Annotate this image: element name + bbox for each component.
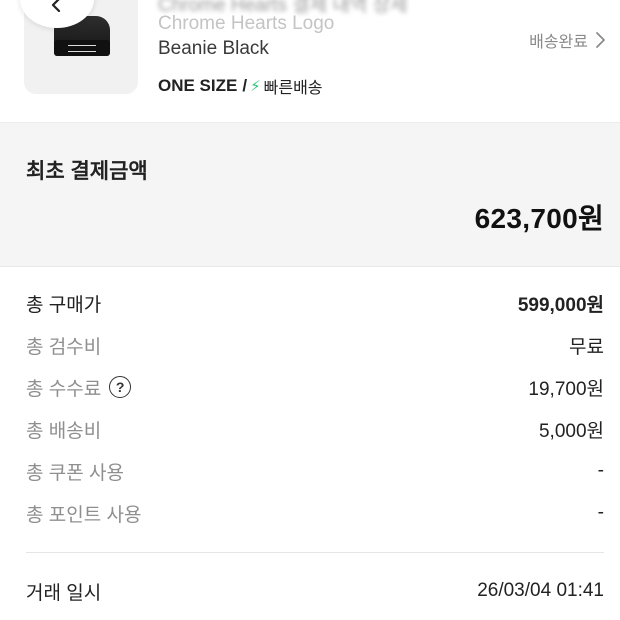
trade-time-label: 거래 일시: [26, 582, 102, 604]
detail-row-inspection-fee: 총 검수비 무료: [0, 324, 620, 366]
detail-value: 5,000원: [538, 420, 604, 442]
detail-label: 총 쿠폰 사용: [26, 462, 124, 484]
fast-delivery-label: 빠른배송: [263, 80, 323, 97]
chevron-right-icon: [596, 32, 605, 48]
trade-time-row: 거래 일시 26/03/04 01:41: [0, 570, 620, 612]
initial-payment-amount: 623,700원: [474, 203, 604, 234]
delivery-status-label: 배송완료: [529, 34, 588, 51]
detail-label-group: 총 수수료 ?: [26, 374, 132, 401]
divider: [0, 266, 620, 267]
detail-row-shipping-fee: 총 배송비 5,000원: [0, 408, 620, 450]
trade-time-value: 26/03/04 01:41: [477, 580, 604, 601]
detail-label: 총 배송비: [26, 420, 102, 442]
detail-label: 총 포인트 사용: [26, 504, 142, 526]
lightning-icon: ⚡: [250, 78, 261, 95]
initial-payment-label: 최초 결제금액: [26, 160, 148, 183]
payment-details: 총 구매가 599,000원 총 검수비 무료 총 수수료 ? 19,700원 …: [0, 282, 620, 534]
product-name-line2: Beanie Black: [158, 38, 269, 59]
product-name-line1: Chrome Hearts Logo: [158, 13, 335, 34]
detail-value: 무료: [569, 336, 604, 358]
delivery-status-link[interactable]: 배송완료: [529, 28, 606, 52]
detail-value: 19,700원: [528, 378, 604, 400]
detail-value: 599,000원: [517, 294, 604, 316]
detail-row-commission: 총 수수료 ? 19,700원: [0, 366, 620, 408]
detail-value: -: [597, 460, 604, 481]
help-icon[interactable]: ?: [109, 376, 132, 398]
size-delivery-row: ONE SIZE / ⚡ 빠른배송: [158, 74, 323, 98]
product-summary: Chrome Hearts 결제 내역 상세 Chrome Hearts Log…: [0, 0, 620, 122]
detail-row-coupon: 총 쿠폰 사용 -: [0, 450, 620, 492]
detail-label: 총 검수비: [26, 336, 102, 358]
detail-value: -: [597, 502, 604, 523]
detail-label: 총 수수료: [26, 378, 102, 400]
detail-row-points: 총 포인트 사용 -: [0, 492, 620, 534]
size-label: ONE SIZE: [158, 76, 238, 95]
separator-slash: /: [242, 76, 248, 95]
initial-payment-section: 최초 결제금액 623,700원: [0, 123, 620, 266]
detail-row-purchase-price: 총 구매가 599,000원: [0, 282, 620, 324]
chevron-left-icon: [51, 0, 61, 12]
detail-label: 총 구매가: [26, 294, 102, 316]
divider: [26, 552, 604, 553]
beanie-logo: [68, 45, 96, 52]
